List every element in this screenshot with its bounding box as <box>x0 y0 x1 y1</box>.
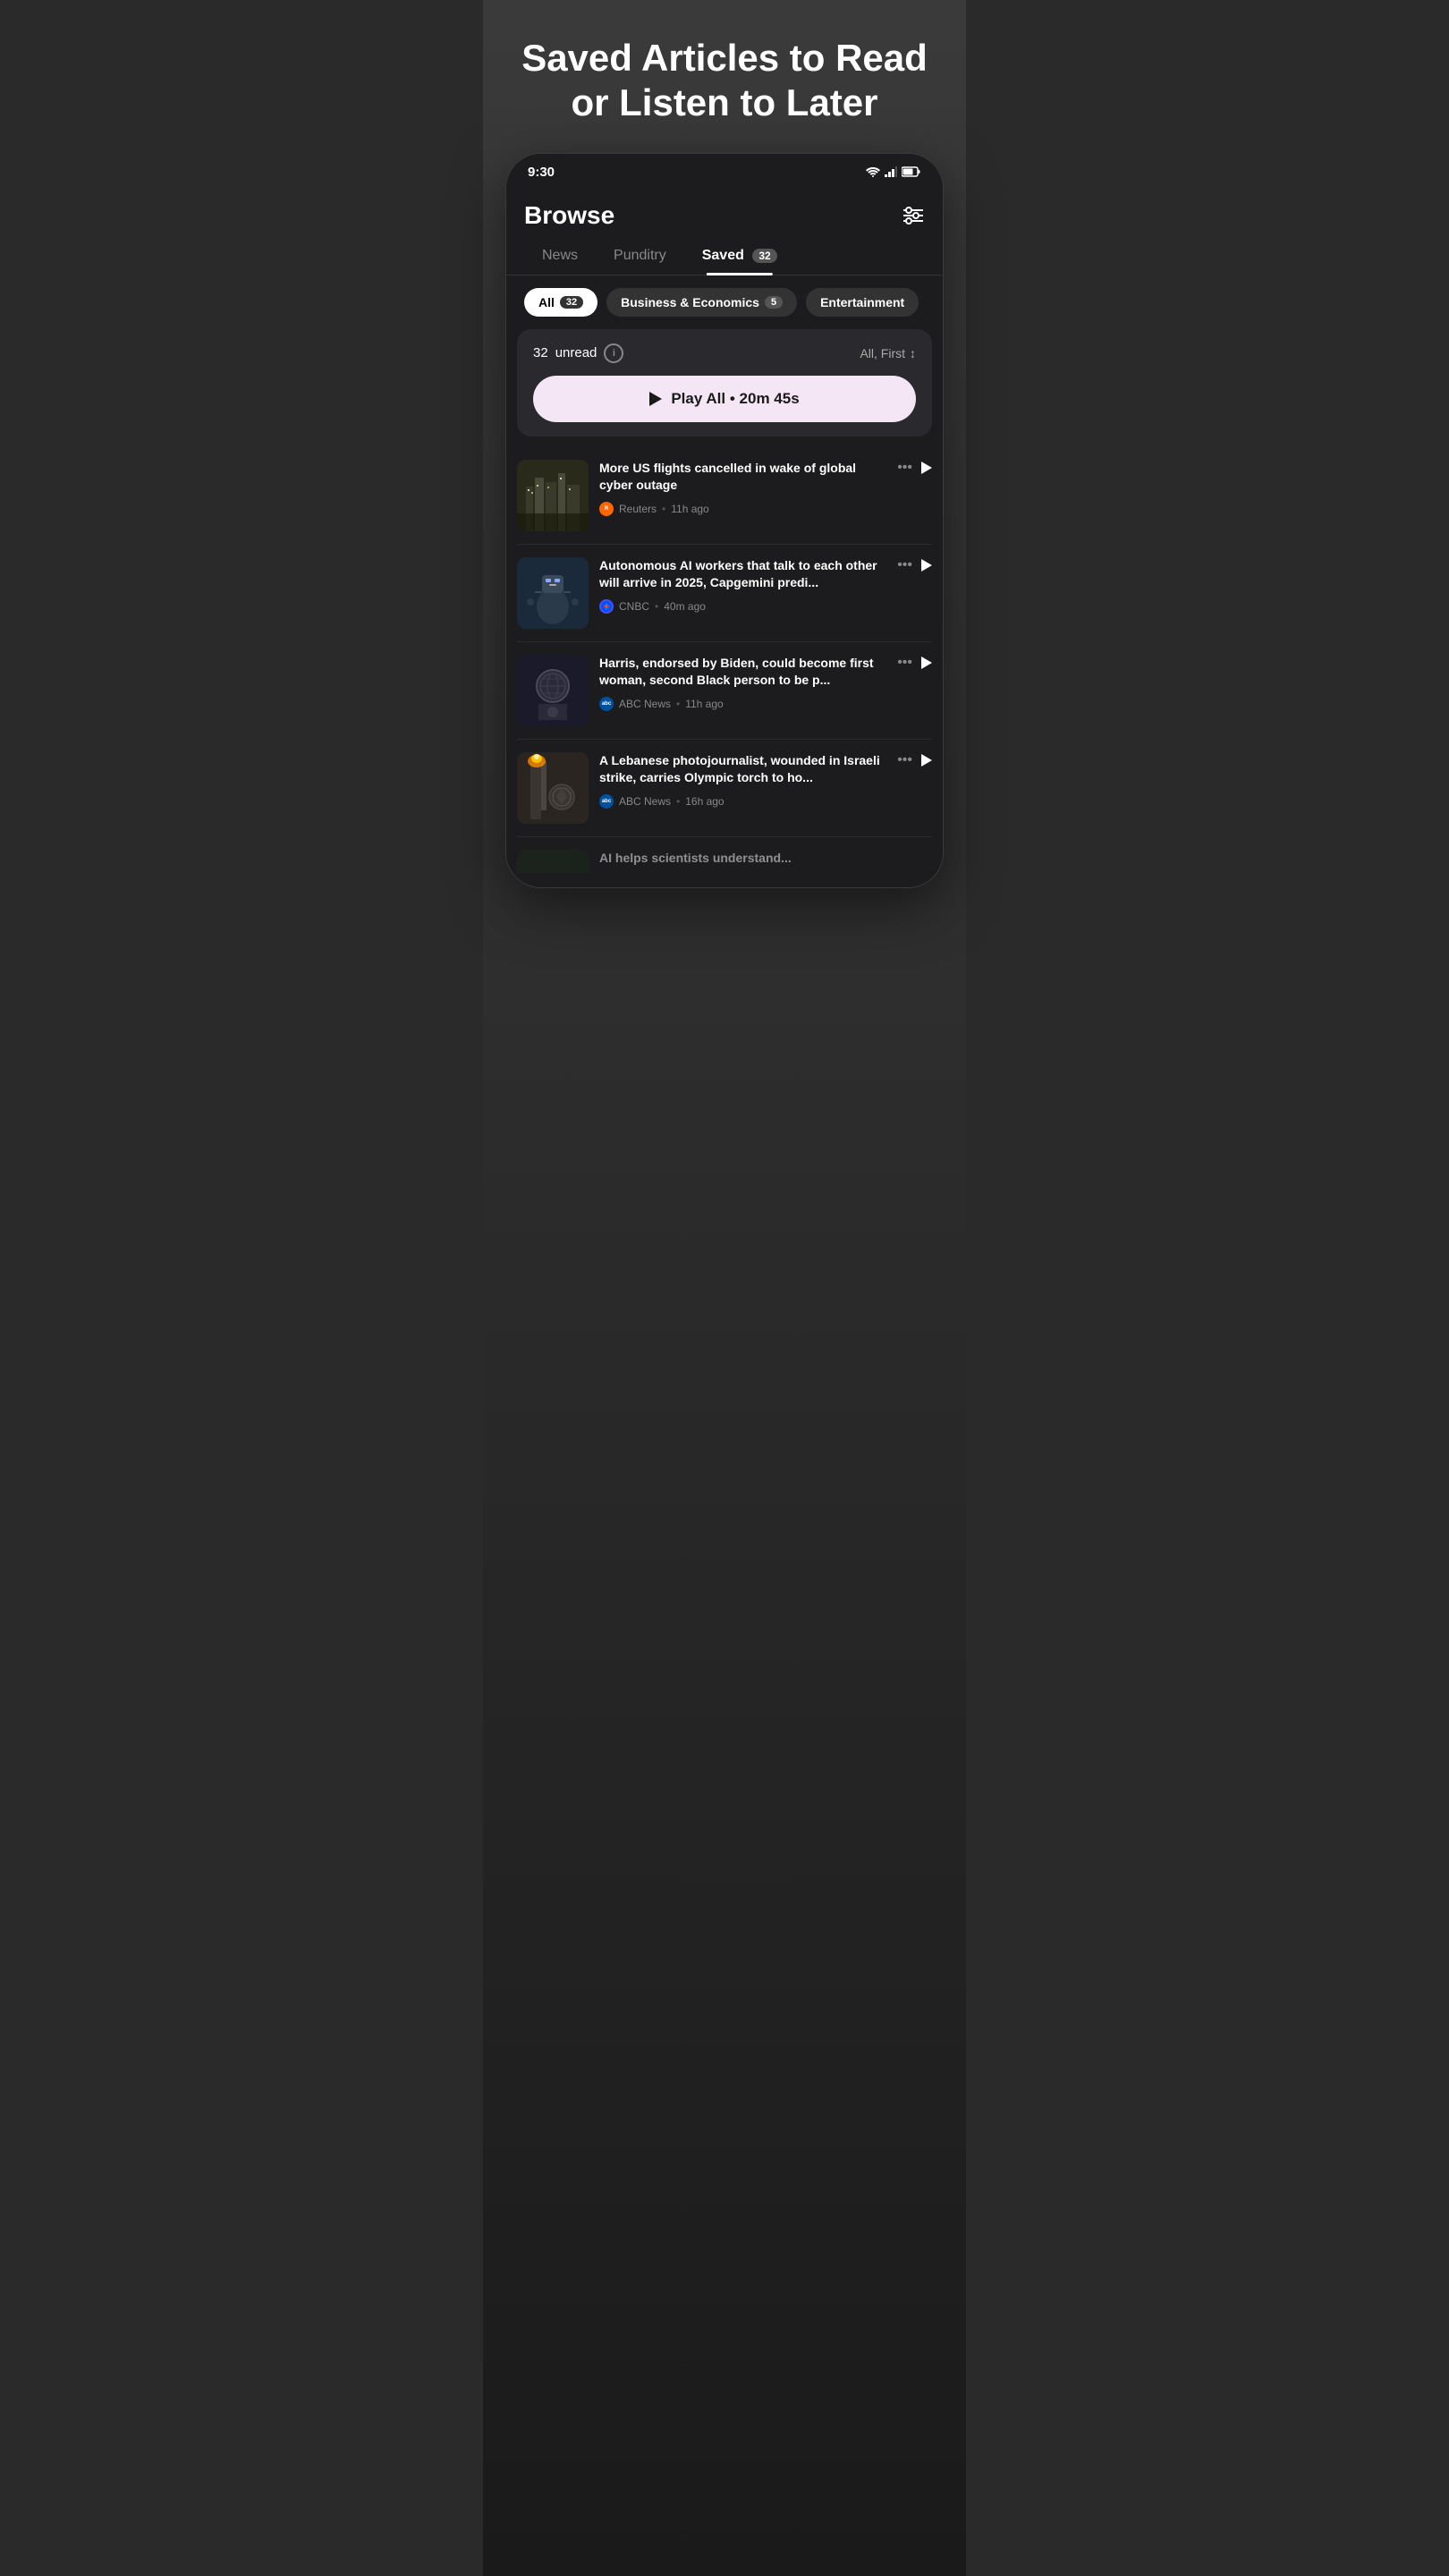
article-info-3: Harris, endorsed by Biden, could become … <box>599 655 886 711</box>
article-item[interactable]: More US flights cancelled in wake of glo… <box>517 447 932 545</box>
more-button-2[interactable]: ••• <box>897 557 912 573</box>
time-ago-3: 11h ago <box>685 698 724 710</box>
source-name-4: ABC News <box>619 795 671 808</box>
more-button-4[interactable]: ••• <box>897 752 912 768</box>
sort-button[interactable]: All, First ↕ <box>860 346 916 360</box>
outer-container: Saved Articles to Read or Listen to Late… <box>483 0 966 2576</box>
abc-icon-3: abc <box>599 697 614 711</box>
source-name-2: CNBC <box>619 600 649 613</box>
play-button-2[interactable] <box>921 559 932 572</box>
chip-all[interactable]: All 32 <box>524 288 597 317</box>
article-thumbnail-4 <box>517 752 589 824</box>
play-button-3[interactable] <box>921 657 932 669</box>
unread-bar: 32 unread i All, First ↕ Play All • 20m … <box>517 329 932 436</box>
chip-business[interactable]: Business & Economics 5 <box>606 288 797 317</box>
abc-icon-4: abc <box>599 794 614 809</box>
article-item-5-partial: AI helps scientists understand... <box>517 837 932 873</box>
status-icons <box>866 166 921 177</box>
article-title-4: A Lebanese photojournalist, wounded in I… <box>599 752 886 787</box>
article-title-3: Harris, endorsed by Biden, could become … <box>599 655 886 690</box>
article-title-1: More US flights cancelled in wake of glo… <box>599 460 886 495</box>
reuters-icon-1: R <box>599 502 614 516</box>
article-meta-3: abc ABC News • 11h ago <box>599 697 886 711</box>
unread-top: 32 unread i All, First ↕ <box>533 343 916 363</box>
filter-chips: All 32 Business & Economics 5 Entertainm… <box>506 275 943 329</box>
filter-icon[interactable] <box>902 206 925 225</box>
play-button-1[interactable] <box>921 462 932 474</box>
more-button-3[interactable]: ••• <box>897 655 912 671</box>
phone-frame: 9:30 <box>505 153 944 888</box>
play-all-label: Play All • 20m 45s <box>671 390 799 408</box>
signal-icon <box>885 166 897 177</box>
unread-count: 32 <box>533 345 548 360</box>
source-name-3: ABC News <box>619 698 671 710</box>
status-bar: 9:30 <box>506 154 943 187</box>
chip-all-label: All <box>538 295 555 309</box>
battery-icon <box>902 166 921 177</box>
article-item-3[interactable]: Harris, endorsed by Biden, could become … <box>517 642 932 740</box>
tab-saved[interactable]: Saved 32 <box>684 237 795 275</box>
time-ago-4: 16h ago <box>685 795 724 808</box>
chip-business-label: Business & Economics <box>621 295 759 309</box>
wifi-icon <box>866 166 880 177</box>
sort-label: All, First <box>860 346 905 360</box>
tabs-row: News Punditry Saved 32 <box>506 237 943 275</box>
tab-punditry[interactable]: Punditry <box>596 237 684 275</box>
sort-icon: ↕ <box>910 346 916 360</box>
play-all-button[interactable]: Play All • 20m 45s <box>533 376 916 422</box>
article-thumbnail-3 <box>517 655 589 726</box>
chip-business-badge: 5 <box>765 296 783 309</box>
status-time: 9:30 <box>528 165 555 180</box>
saved-badge: 32 <box>752 249 776 263</box>
browse-title: Browse <box>524 201 614 230</box>
app-content: Browse News Punditry <box>506 187 943 887</box>
article-meta-1: R Reuters • 11h ago <box>599 502 886 516</box>
time-ago-2: 40m ago <box>664 600 706 613</box>
browse-header: Browse <box>506 187 943 237</box>
article-info-4: A Lebanese photojournalist, wounded in I… <box>599 752 886 809</box>
play-icon <box>649 392 662 406</box>
source-name-1: Reuters <box>619 503 657 515</box>
info-icon[interactable]: i <box>604 343 623 363</box>
article-meta-4: abc ABC News • 16h ago <box>599 794 886 809</box>
article-actions-4: ••• <box>897 752 932 768</box>
chip-entertainment-label: Entertainment <box>820 295 904 309</box>
unread-label: unread <box>555 345 597 360</box>
time-ago-1: 11h ago <box>671 503 709 515</box>
hero-title: Saved Articles to Read or Listen to Late… <box>501 36 948 126</box>
article-item-4[interactable]: A Lebanese photojournalist, wounded in I… <box>517 740 932 837</box>
cnbc-icon-2 <box>599 599 614 614</box>
article-item-2[interactable]: Autonomous AI workers that talk to each … <box>517 545 932 642</box>
play-button-4[interactable] <box>921 754 932 767</box>
article-info-1: More US flights cancelled in wake of glo… <box>599 460 886 516</box>
chip-all-badge: 32 <box>560 296 583 309</box>
article-meta-2: CNBC • 40m ago <box>599 599 886 614</box>
content-area: 32 unread i All, First ↕ Play All • 20m … <box>506 329 943 887</box>
article-title-2: Autonomous AI workers that talk to each … <box>599 557 886 592</box>
chip-entertainment[interactable]: Entertainment <box>806 288 919 317</box>
article-actions-3: ••• <box>897 655 932 671</box>
article-thumbnail-2 <box>517 557 589 629</box>
article-actions-2: ••• <box>897 557 932 573</box>
tab-news[interactable]: News <box>524 237 596 275</box>
article-actions-1: ••• <box>897 460 932 476</box>
unread-left: 32 unread i <box>533 343 623 363</box>
article-thumbnail-1 <box>517 460 589 531</box>
more-button-1[interactable]: ••• <box>897 460 912 476</box>
article-info-2: Autonomous AI workers that talk to each … <box>599 557 886 614</box>
